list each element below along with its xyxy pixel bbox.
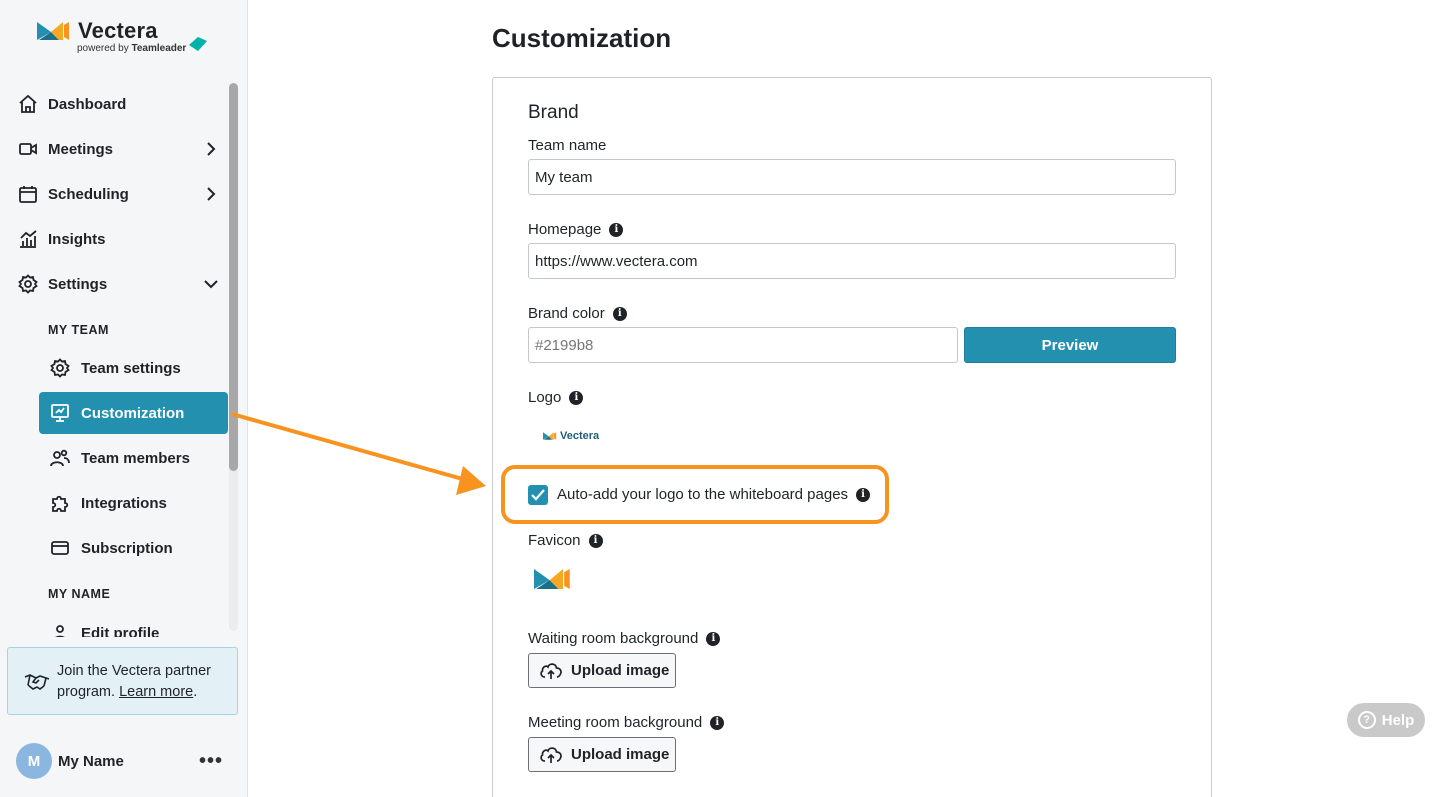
sidebar-item-subscription[interactable]: Subscription	[39, 527, 228, 569]
sidebar: Vectera powered by Teamleader Dashboard …	[0, 0, 248, 797]
nav-insights-label: Insights	[48, 230, 106, 248]
nav-scheduling-label: Scheduling	[48, 185, 129, 203]
nav-dashboard-label: Dashboard	[48, 95, 127, 113]
brand-color-input[interactable]	[528, 327, 958, 363]
info-icon[interactable]: i	[706, 631, 721, 646]
puzzle-icon	[39, 493, 81, 513]
nav-settings-label: Settings	[48, 275, 108, 293]
sidebar-item-label: Integrations	[81, 494, 167, 512]
sidebar-item-label: Subscription	[81, 539, 173, 557]
help-button[interactable]: ? Help	[1347, 703, 1425, 737]
sidebar-clip: Edit profile	[0, 612, 228, 637]
sidebar-item-label: Customization	[81, 404, 185, 422]
chevron-down-icon	[196, 278, 226, 290]
partner-banner: Join the Vectera partner program. Learn …	[7, 647, 238, 715]
sidebar-item-team-settings[interactable]: Team settings	[39, 347, 228, 389]
sidebar-item-integrations[interactable]: Integrations	[39, 482, 228, 524]
logo-image-text: Vectera	[560, 430, 600, 442]
help-icon: ?	[1357, 711, 1376, 729]
auto-add-logo-label: Auto-add your logo to the whiteboard pag…	[557, 486, 871, 503]
sidebar-item-label: Team settings	[81, 359, 181, 377]
nav-dashboard[interactable]: Dashboard	[8, 84, 226, 124]
brand-color-label: Brand color i	[528, 305, 627, 322]
team-name-input[interactable]	[528, 159, 1176, 195]
meeting-room-upload-button[interactable]: Upload image	[528, 737, 676, 772]
cloud-upload-icon	[540, 746, 562, 763]
credit-card-icon	[39, 538, 81, 558]
sidebar-item-label: Team members	[81, 449, 190, 467]
team-logo-image[interactable]: Vectera	[543, 428, 603, 444]
waiting-room-upload-button[interactable]: Upload image	[528, 653, 676, 688]
avatar: M	[16, 743, 52, 779]
partner-text: Join the Vectera partner program. Learn …	[57, 663, 211, 700]
preview-button[interactable]: Preview	[964, 327, 1176, 363]
gear-icon	[39, 358, 81, 378]
my-team-heading: MY TEAM	[48, 323, 109, 337]
vectera-logo-mark	[37, 22, 69, 40]
favicon-image[interactable]	[534, 566, 572, 592]
checkmark-icon	[531, 489, 545, 501]
nav-scheduling[interactable]: Scheduling	[8, 174, 226, 214]
cloud-upload-icon	[540, 662, 562, 679]
calendar-icon	[8, 184, 48, 204]
more-options-icon[interactable]: •••	[196, 750, 226, 773]
homepage-input[interactable]	[528, 243, 1176, 279]
nav-settings[interactable]: Settings	[8, 264, 226, 304]
waiting-room-label: Waiting room background i	[528, 630, 721, 647]
user-name: My Name	[58, 752, 124, 770]
section-title: Brand	[528, 102, 579, 123]
nav-meetings-label: Meetings	[48, 140, 114, 158]
auto-add-logo-checkbox[interactable]	[528, 485, 548, 505]
logo-label: Logo i	[528, 389, 584, 406]
sidebar-item-customization[interactable]: Customization	[39, 392, 228, 434]
presentation-board-icon	[39, 403, 81, 423]
vectera-logo[interactable]: Vectera powered by Teamleader	[37, 18, 212, 60]
page-title: Customization	[492, 23, 672, 53]
video-camera-icon	[8, 139, 48, 159]
gear-icon	[8, 274, 48, 294]
chevron-right-icon	[196, 187, 226, 201]
meeting-room-label: Meeting room background i	[528, 714, 725, 731]
nav-insights[interactable]: Insights	[8, 219, 226, 259]
favicon-label: Favicon i	[528, 532, 603, 549]
user-profile[interactable]: M My Name •••	[16, 743, 226, 779]
info-icon[interactable]: i	[569, 390, 584, 405]
sidebar-item-team-members[interactable]: Team members	[39, 437, 228, 479]
my-name-heading: MY NAME	[48, 587, 111, 601]
teamleader-icon	[189, 37, 207, 51]
info-icon[interactable]: i	[856, 487, 871, 502]
help-label: Help	[1381, 711, 1415, 729]
info-icon[interactable]: i	[710, 715, 725, 730]
learn-more-link[interactable]: Learn more	[119, 684, 193, 700]
chart-icon	[8, 229, 48, 249]
info-icon[interactable]: i	[609, 222, 624, 237]
brand-name: Vectera	[78, 18, 158, 43]
handshake-icon	[24, 671, 50, 698]
sidebar-item-edit-profile[interactable]: Edit profile	[39, 612, 228, 637]
homepage-label: Homepage i	[528, 221, 624, 238]
vectera-logo-mark	[543, 432, 557, 440]
sidebar-scrollbar-thumb[interactable]	[229, 83, 238, 471]
team-name-label: Team name	[528, 137, 607, 154]
sidebar-item-label: Edit profile	[81, 624, 160, 638]
powered-by-text: powered by Teamleader	[77, 43, 187, 54]
nav-meetings[interactable]: Meetings	[8, 129, 226, 169]
info-icon[interactable]: i	[612, 306, 627, 321]
person-icon	[39, 623, 81, 637]
chevron-right-icon	[196, 142, 226, 156]
home-icon	[8, 94, 48, 114]
info-icon[interactable]: i	[588, 533, 603, 548]
users-icon	[39, 448, 81, 468]
